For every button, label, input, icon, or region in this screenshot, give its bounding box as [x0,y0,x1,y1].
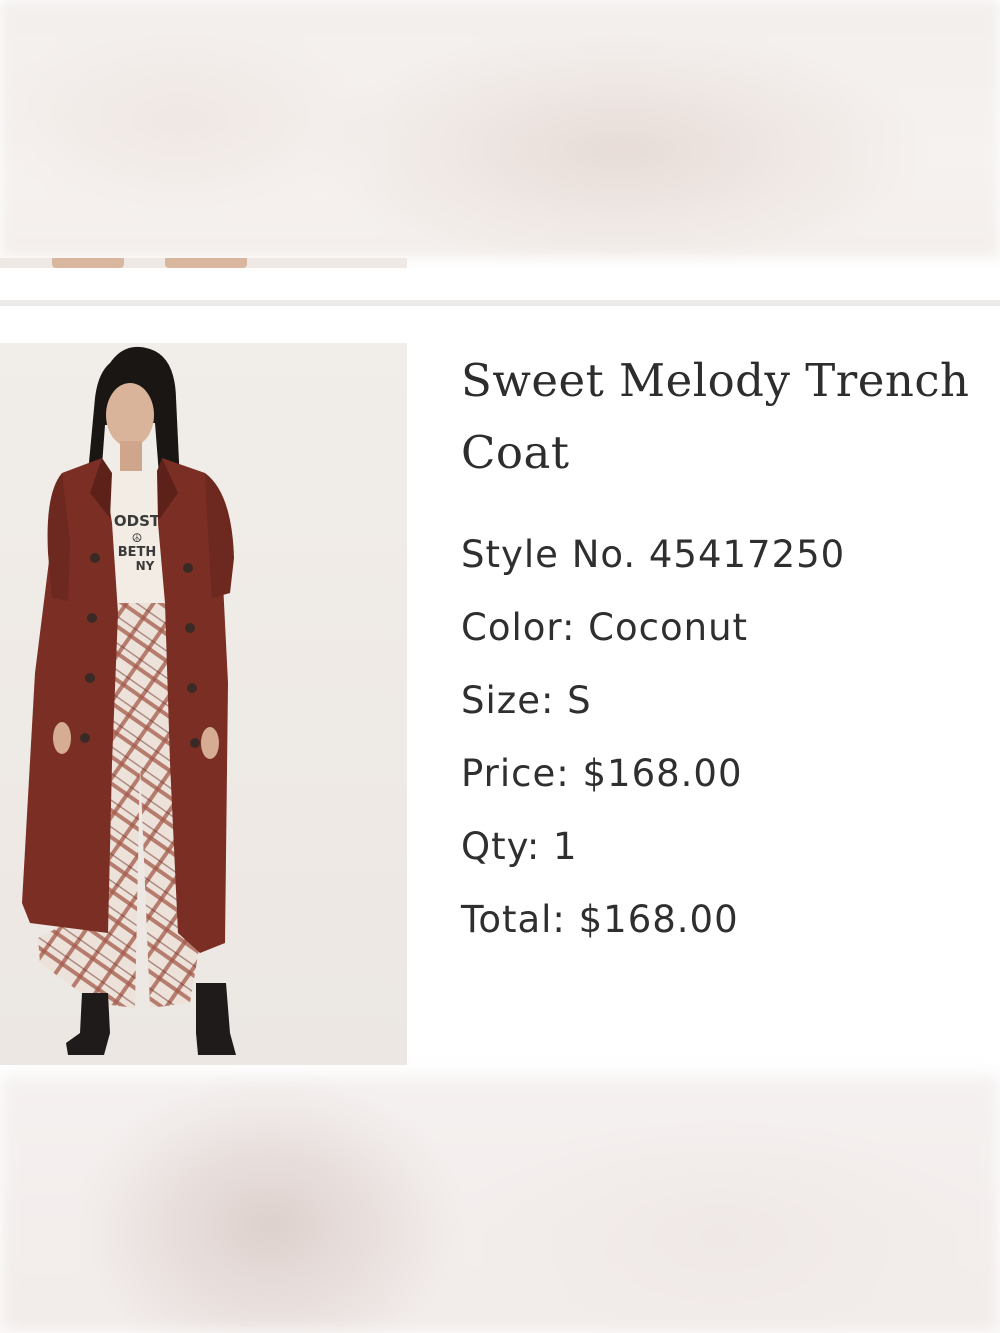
tee-print-peace-icon: ☮ [132,531,143,545]
next-item-blurred [0,1075,1000,1333]
size-value: Size: S [461,679,592,722]
tee-print-line: ODST [114,512,161,530]
total-value: Total: $168.00 [461,898,739,941]
tee-print-line: BETH [118,545,157,560]
style-number: Style No. 45417250 [461,533,846,576]
product-title[interactable]: Sweet Melody Trench Coat [461,345,1000,489]
item-divider [0,300,1000,306]
previous-item-leg [52,258,124,268]
previous-item-image-edge [0,258,407,268]
color-value: Color: Coconut [461,606,749,649]
price-value: Price: $168.00 [461,752,743,795]
tee-print-line: NY [136,559,155,573]
order-summary-screen: ODST ☮ BETH NY Sweet Melody Trench Coat … [0,0,1000,1333]
previous-item-blurred [0,0,1000,258]
product-details: Style No. 45417250 Color: Coconut Size: … [461,518,845,956]
product-image[interactable]: ODST ☮ BETH NY [0,343,407,1065]
previous-item-leg [165,258,247,268]
quantity-value: Qty: 1 [461,825,578,868]
model-illustration: ODST ☮ BETH NY [22,346,236,1055]
